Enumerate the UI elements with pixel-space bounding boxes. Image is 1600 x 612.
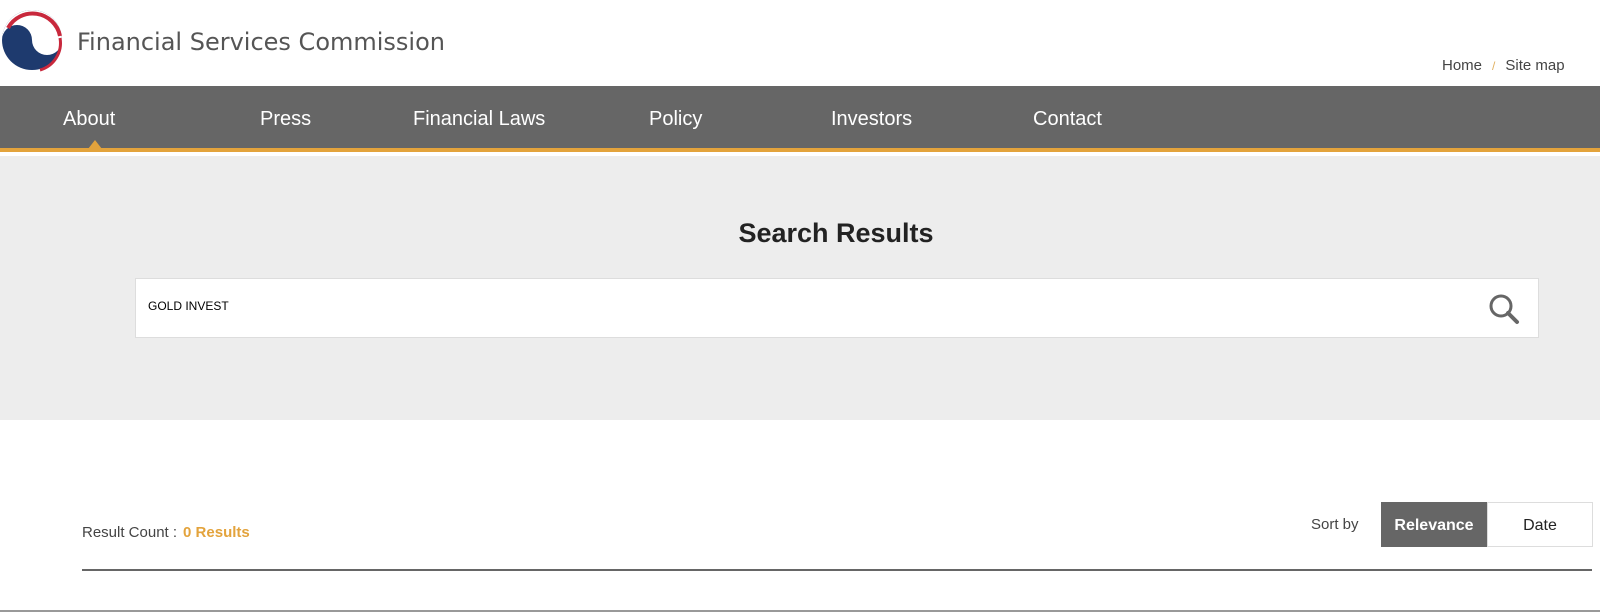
divider (82, 569, 1592, 571)
search-panel: Search Results (0, 156, 1600, 420)
sort-relevance-button[interactable]: Relevance (1381, 502, 1487, 547)
sort-date-button[interactable]: Date (1487, 502, 1593, 547)
nav-investors[interactable]: Investors (831, 108, 912, 131)
brand-name[interactable]: Financial Services Commission (77, 28, 445, 56)
sort-label: Sort by (1311, 516, 1359, 533)
main-nav: About Press Financial Laws Policy Invest… (0, 86, 1600, 152)
result-count: Result Count : 0 Results (82, 524, 250, 541)
nav-financial-laws[interactable]: Financial Laws (413, 108, 545, 131)
result-count-label: Result Count : (82, 524, 178, 541)
fsc-logo-icon[interactable] (0, 8, 64, 72)
sitemap-link[interactable]: Site map (1505, 57, 1564, 74)
search-input[interactable] (148, 299, 1448, 313)
nav-about[interactable]: About (63, 108, 115, 131)
active-nav-indicator (88, 140, 102, 149)
result-count-value: 0 Results (183, 524, 250, 541)
search-icon[interactable] (1488, 293, 1520, 330)
nav-policy[interactable]: Policy (649, 108, 702, 131)
search-box (135, 278, 1539, 338)
nav-press[interactable]: Press (260, 108, 311, 131)
separator: / (1492, 59, 1496, 73)
home-link[interactable]: Home (1442, 57, 1482, 74)
utility-links: Home / Site map (1442, 57, 1565, 74)
page-title: Search Results (738, 218, 934, 248)
nav-contact[interactable]: Contact (1033, 108, 1102, 131)
